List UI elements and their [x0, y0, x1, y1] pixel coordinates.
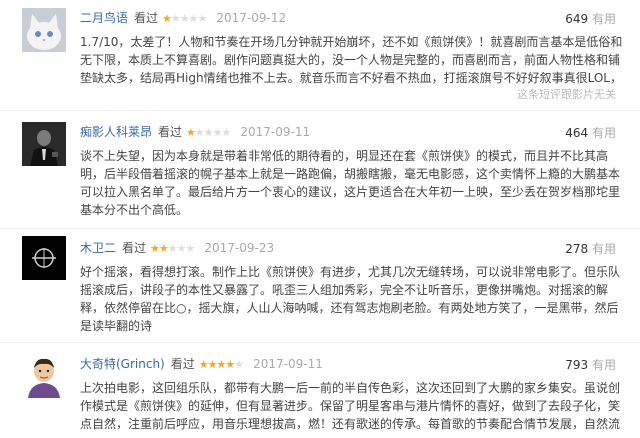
author-name[interactable]: 大奇特(Grinch) [80, 357, 165, 371]
vote-count: 278 有用 [565, 242, 616, 256]
rating-stars: ★★★★★ [150, 242, 195, 255]
review-date: 2017-09-11 [240, 125, 311, 139]
divider [0, 110, 640, 111]
avatar[interactable] [22, 122, 66, 166]
review-date: 2017-09-11 [253, 357, 323, 371]
review-item: 大奇特(Grinch) 看过 ★★★★★ 2017-09-11 793 有用 上次拍电… [0, 346, 640, 438]
vote-button[interactable]: 有用 [592, 242, 616, 256]
review-item: 二月鸟语 看过 ★★★★★ 2017-09-12 649 有用 1.7/10，太差了！… [0, 0, 640, 110]
vote-count: 793 有用 [565, 358, 616, 372]
review-text: 1.7/10，太差了！人物和节奏在开场几分钟就开始崩坏，还不如《煎饼侠》！就喜剧… [80, 35, 623, 85]
review-item: 木卫二 看过 ★★★★★ 2017-09-23 278 有用 好个摇滚，看得想打滚。制… [0, 230, 640, 340]
avatar[interactable] [22, 236, 66, 280]
review-date: 2017-09-12 [216, 11, 287, 25]
watched-label: 看过 [122, 241, 147, 255]
rating-stars: ★★★★★ [198, 358, 244, 371]
watched-label: 看过 [170, 357, 195, 371]
review-date: 2017-09-23 [204, 241, 275, 255]
review-header: 二月鸟语 看过 ★★★★★ 2017-09-12 [80, 10, 286, 27]
review-text: 上次拍电影，这回组乐队，都带有大鹏一后一前的半自传色彩，这次还回到了大鹏的家乡集… [80, 381, 621, 431]
review-text: 谈不上失望，因为本身就是带着非常低的期待看的，明显还在套《煎饼侠》的模式，而且并… [80, 149, 621, 217]
vote-count: 464 有用 [565, 126, 616, 140]
review-header: 痴影人科莱昂 看过 ★★★★★ 2017-09-11 [80, 124, 310, 141]
author-name[interactable]: 痴影人科莱昂 [80, 125, 152, 139]
review-header: 木卫二 看过 ★★★★★ 2017-09-23 [80, 240, 274, 257]
divider [0, 342, 640, 343]
dark-logo-avatar-icon [22, 236, 66, 280]
vote-button[interactable]: 有用 [592, 358, 616, 372]
review-text: 好个摇滚，看得想打滚。制作上比《煎饼侠》有进步，尤其几次无缝转场，可以说非常电影… [80, 265, 621, 333]
watched-label: 看过 [134, 11, 159, 25]
rating-stars: ★★★★★ [162, 12, 207, 25]
godfather-avatar-icon [22, 122, 66, 166]
author-name[interactable]: 二月鸟语 [80, 11, 128, 25]
avatar[interactable] [22, 8, 66, 52]
vote-count: 649 有用 [565, 12, 616, 26]
vote-button[interactable]: 有用 [592, 12, 616, 26]
author-name[interactable]: 木卫二 [80, 241, 116, 255]
white-cat-avatar-icon [22, 8, 66, 52]
watched-label: 看过 [158, 125, 183, 139]
rating-stars: ★★★★★ [186, 126, 231, 139]
cartoon-man-avatar-icon [22, 354, 66, 398]
report-link[interactable]: 这条短评跟影片无关 [517, 86, 616, 102]
vote-button[interactable]: 有用 [592, 126, 616, 140]
review-header: 大奇特(Grinch) 看过 ★★★★★ 2017-09-11 [80, 356, 323, 373]
avatar[interactable] [22, 354, 66, 398]
divider [0, 228, 640, 229]
review-item: 痴影人科莱昂 看过 ★★★★★ 2017-09-11 464 有用 谈不上失望，因为本… [0, 114, 640, 224]
